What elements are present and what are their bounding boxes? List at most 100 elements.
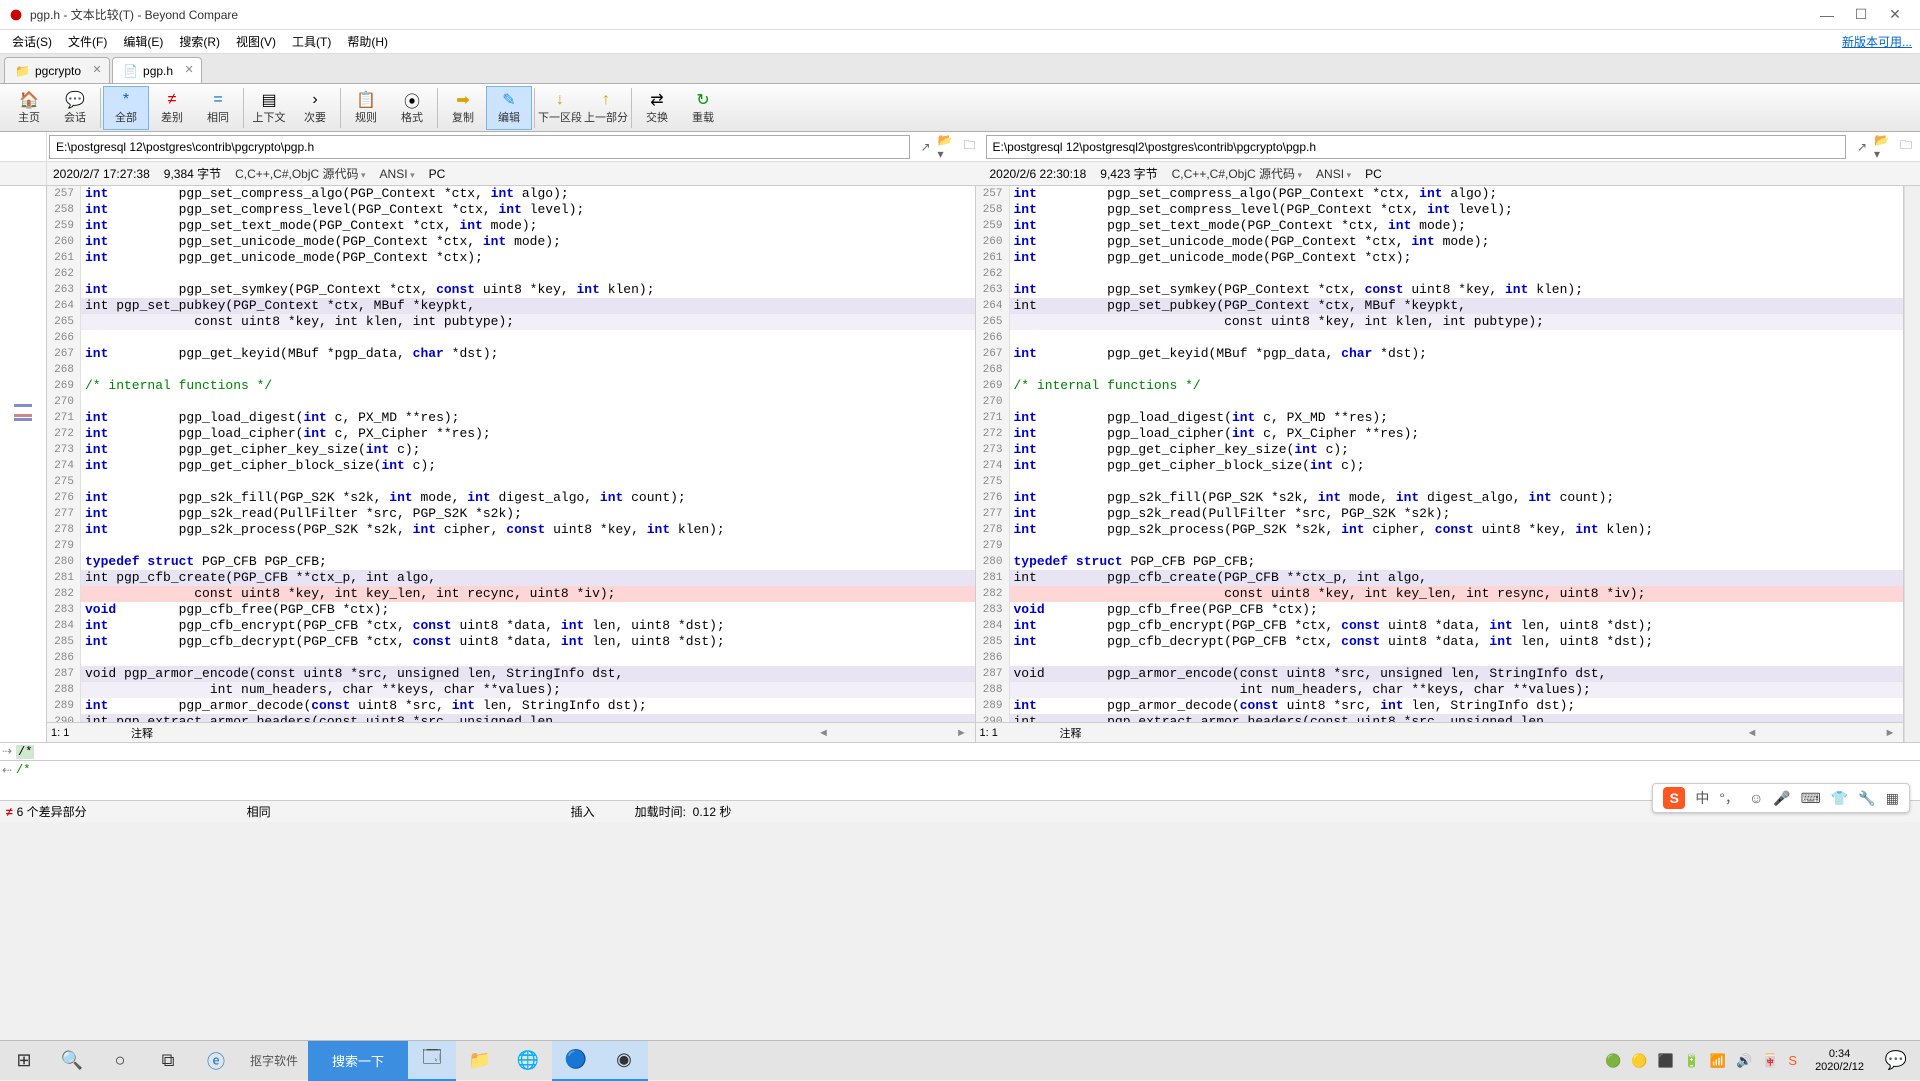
ime-toolbox-icon[interactable]: 🔧 <box>1858 790 1875 807</box>
code-line[interactable]: 289int pgp_armor_decode(const uint8 *src… <box>47 698 975 714</box>
taskbar-search-go[interactable]: 搜索一下 <box>308 1041 408 1081</box>
taskbar-edge[interactable]: ⓔ <box>192 1041 240 1081</box>
taskbar-beyondcompare[interactable]: ◉ <box>600 1041 648 1081</box>
toolbar-格式[interactable]: ⦿格式 <box>389 86 435 130</box>
ime-menu-icon[interactable]: ▦ <box>1886 790 1899 807</box>
code-line[interactable]: 266 <box>47 330 975 346</box>
code-line[interactable]: 265 const uint8 *key, int klen, int pubt… <box>976 314 1904 330</box>
code-line[interactable]: 270 <box>976 394 1904 410</box>
tray-ime-icon[interactable]: 🀄 <box>1762 1053 1778 1069</box>
code-line[interactable]: 259int pgp_set_text_mode(PGP_Context *ct… <box>47 218 975 234</box>
toolbar-上一部分[interactable]: ↑上一部分 <box>583 86 629 130</box>
code-line[interactable]: 274int pgp_get_cipher_block_size(int c); <box>976 458 1904 474</box>
scroll-right-icon[interactable]: ► <box>1881 727 1899 739</box>
code-line[interactable]: 283void pgp_cfb_free(PGP_CFB *ctx); <box>47 602 975 618</box>
toolbar-交换[interactable]: ⇄交换 <box>634 86 680 130</box>
left-path-input[interactable] <box>49 135 910 159</box>
code-line[interactable]: 290⇔int pgp extract armor headers(const … <box>976 714 1904 722</box>
code-line[interactable]: 258int pgp_set_compress_level(PGP_Contex… <box>47 202 975 218</box>
scroll-right-icon[interactable]: ► <box>953 727 971 739</box>
tray-icon[interactable]: 🟢 <box>1605 1053 1621 1069</box>
code-line[interactable]: 280typedef struct PGP_CFB PGP_CFB; <box>976 554 1904 570</box>
code-line[interactable]: 290⇔int pgp extract armor headers(const … <box>47 714 975 722</box>
left-code[interactable]: 257int pgp_set_compress_algo(PGP_Context… <box>47 186 975 722</box>
sogou-icon[interactable]: S <box>1663 787 1685 809</box>
code-line[interactable]: 284int pgp_cfb_encrypt(PGP_CFB *ctx, con… <box>976 618 1904 634</box>
code-line[interactable]: 258int pgp_set_compress_level(PGP_Contex… <box>976 202 1904 218</box>
close-icon[interactable]: ✕ <box>91 64 103 76</box>
notifications-button[interactable]: 💬 <box>1872 1041 1920 1081</box>
toolbar-规则[interactable]: 📋规则 <box>343 86 389 130</box>
toolbar-全部[interactable]: *全部 <box>103 86 149 130</box>
taskview-button[interactable]: ⧉ <box>144 1041 192 1081</box>
code-line[interactable]: 268 <box>47 362 975 378</box>
code-line[interactable]: 272int pgp_load_cipher(int c, PX_Cipher … <box>976 426 1904 442</box>
code-line[interactable]: 270 <box>47 394 975 410</box>
taskbar-app-2[interactable]: 🔵 <box>552 1041 600 1081</box>
code-line[interactable]: 288 int num_headers, char **keys, char *… <box>47 682 975 698</box>
tray-volume-icon[interactable]: 🔊 <box>1736 1053 1752 1069</box>
toolbar-差别[interactable]: ≠差别 <box>149 86 195 130</box>
code-line[interactable]: 277int pgp_s2k_read(PullFilter *src, PGP… <box>47 506 975 522</box>
code-line[interactable]: 277int pgp_s2k_read(PullFilter *src, PGP… <box>976 506 1904 522</box>
taskbar-app-1[interactable]: 🗔 <box>408 1041 456 1081</box>
code-line[interactable]: 262 <box>47 266 975 282</box>
explorer-left-icon[interactable]: 🗀 <box>960 137 980 157</box>
menu-session[interactable]: 会话(S) <box>4 31 60 52</box>
cortana-button[interactable]: ○ <box>96 1041 144 1081</box>
code-line[interactable]: 276int pgp_s2k_fill(PGP_S2K *s2k, int mo… <box>976 490 1904 506</box>
toolbar-相同[interactable]: =相同 <box>195 86 241 130</box>
code-line[interactable]: 260int pgp_set_unicode_mode(PGP_Context … <box>47 234 975 250</box>
menu-tools[interactable]: 工具(T) <box>284 31 339 52</box>
menu-search[interactable]: 搜索(R) <box>171 31 228 52</box>
code-line[interactable]: 278int pgp_s2k_process(PGP_S2K *s2k, int… <box>47 522 975 538</box>
code-line[interactable]: 285int pgp_cfb_decrypt(PGP_CFB *ctx, con… <box>976 634 1904 650</box>
code-line[interactable]: 264⇔int pgp_set_pubkey(PGP_Context *ctx,… <box>976 298 1904 314</box>
start-button[interactable]: ⊞ <box>0 1041 48 1081</box>
close-icon[interactable]: ✕ <box>183 64 195 76</box>
code-line[interactable]: 274int pgp_get_cipher_block_size(int c); <box>47 458 975 474</box>
tray-icon[interactable]: 🟡 <box>1631 1053 1647 1069</box>
code-line[interactable]: 261int pgp_get_unicode_mode(PGP_Context … <box>47 250 975 266</box>
code-line[interactable]: 257int pgp_set_compress_algo(PGP_Context… <box>976 186 1904 202</box>
code-line[interactable]: 281⇔int pgp_cfb_create(PGP_CFB **ctx_p, … <box>976 570 1904 586</box>
code-line[interactable]: 263int pgp_set_symkey(PGP_Context *ctx, … <box>47 282 975 298</box>
ime-mic-icon[interactable]: 🎤 <box>1773 790 1790 807</box>
left-encoding[interactable]: ANSI <box>380 167 415 181</box>
code-line[interactable]: 286 <box>976 650 1904 666</box>
tab-pgp-h[interactable]: 📄 pgp.h ✕ <box>112 57 202 83</box>
tab-pgcrypto[interactable]: 📁 pgcrypto ✕ <box>4 57 110 83</box>
code-line[interactable]: 269/* internal functions */ <box>47 378 975 394</box>
ime-emoji-icon[interactable]: ☺ <box>1749 790 1763 806</box>
scroll-left-icon[interactable]: ◄ <box>1743 727 1761 739</box>
code-line[interactable]: 286 <box>47 650 975 666</box>
update-link[interactable]: 新版本可用... <box>1842 33 1916 50</box>
overview-gutter[interactable] <box>0 186 47 742</box>
code-line[interactable]: 279 <box>47 538 975 554</box>
right-code[interactable]: 257int pgp_set_compress_algo(PGP_Context… <box>976 186 1904 722</box>
code-line[interactable]: 275 <box>47 474 975 490</box>
toolbar-次要[interactable]: ›次要 <box>292 86 338 130</box>
code-line[interactable]: 266 <box>976 330 1904 346</box>
code-line[interactable]: 271int pgp_load_digest(int c, PX_MD **re… <box>47 410 975 426</box>
code-line[interactable]: 272int pgp_load_cipher(int c, PX_Cipher … <box>47 426 975 442</box>
code-line[interactable]: 284int pgp_cfb_encrypt(PGP_CFB *ctx, con… <box>47 618 975 634</box>
taskbar-explorer[interactable]: 📁 <box>456 1041 504 1081</box>
maximize-button[interactable]: ☐ <box>1854 8 1868 22</box>
code-line[interactable]: 273int pgp_get_cipher_key_size(int c); <box>976 442 1904 458</box>
code-line[interactable]: 289int pgp_armor_decode(const uint8 *src… <box>976 698 1904 714</box>
code-line[interactable]: 288 int num_headers, char **keys, char *… <box>976 682 1904 698</box>
open-right-icon[interactable]: ↗ <box>1852 137 1872 157</box>
left-lang[interactable]: C,C++,C#,ObjC 源代码 <box>235 165 365 182</box>
tray-battery-icon[interactable]: 🔋 <box>1684 1053 1700 1069</box>
code-line[interactable]: 273int pgp_get_cipher_key_size(int c); <box>47 442 975 458</box>
menu-edit[interactable]: 编辑(E) <box>115 31 171 52</box>
code-line[interactable]: 271int pgp_load_digest(int c, PX_MD **re… <box>976 410 1904 426</box>
code-line[interactable]: 261int pgp_get_unicode_mode(PGP_Context … <box>976 250 1904 266</box>
code-line[interactable]: 268 <box>976 362 1904 378</box>
code-line[interactable]: 282 const uint8 *key, int key_len, int r… <box>976 586 1904 602</box>
menu-help[interactable]: 帮助(H) <box>339 31 396 52</box>
merge-row-top[interactable]: ⇢ /* <box>0 742 1920 760</box>
scroll-left-icon[interactable]: ◄ <box>815 727 833 739</box>
toolbar-上下文[interactable]: ▤上下文 <box>246 86 292 130</box>
